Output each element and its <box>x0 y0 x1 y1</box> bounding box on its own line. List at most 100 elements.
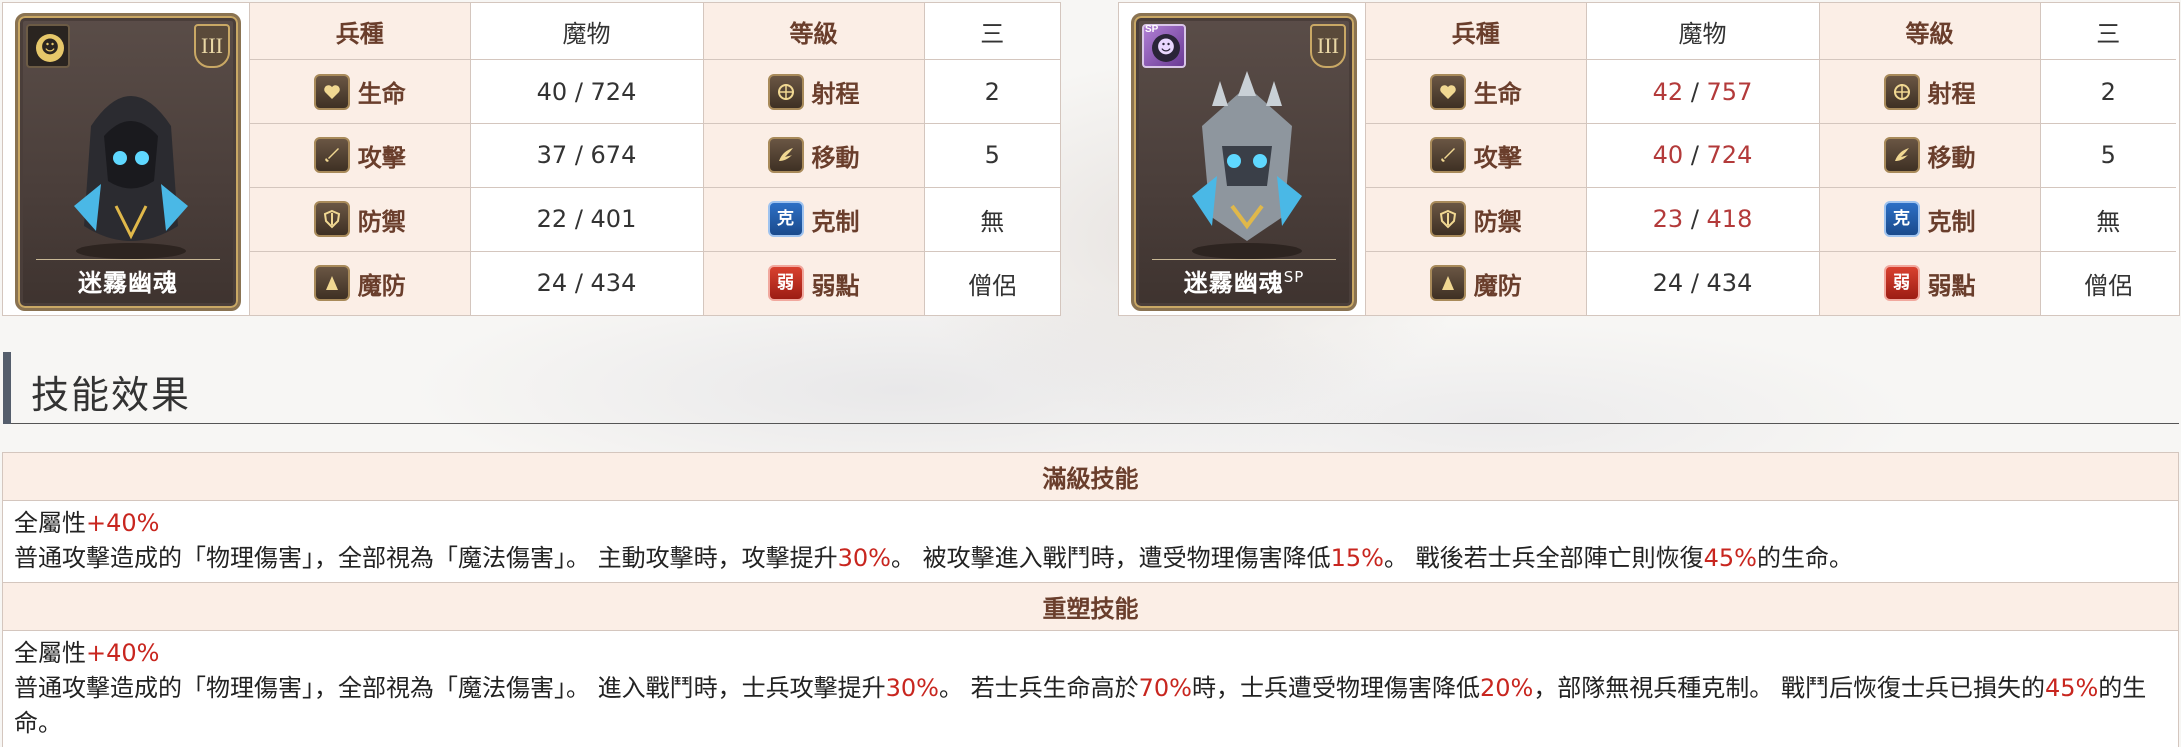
crosshair-icon <box>1883 73 1920 110</box>
stat-label-cell: 魔防 <box>1366 251 1587 315</box>
cat-face-icon: ☻ <box>1152 34 1180 62</box>
stat-max-value: 401 <box>590 205 637 234</box>
unit-name-sup: SP <box>1283 268 1305 286</box>
unit-class-badge: ☻ SP <box>1142 24 1186 68</box>
stat-max-value: 757 <box>1706 77 1753 106</box>
stat-value-cell: 37 / 674 <box>470 123 704 188</box>
unit-name: 迷霧幽魂SP <box>1134 263 1354 298</box>
stat-row: 生命 40 / 724 射程 2 <box>250 59 1060 125</box>
skill-text: 普通攻擊造成的「物理傷害」，全部視為「魔法傷害」。 進入戰鬥時，士兵攻擊提升 <box>14 674 886 702</box>
stat-value-cell: 24 / 434 <box>470 251 704 315</box>
attr-label: 克制 <box>1927 207 1976 236</box>
stat-base-value: 42 <box>1652 77 1684 106</box>
stat-max-value: 434 <box>1706 269 1753 298</box>
cat-face-icon: ☻ <box>36 34 64 62</box>
attr-label: 克制 <box>811 207 860 236</box>
wing-icon <box>767 137 804 174</box>
attr-label: 射程 <box>1927 80 1976 109</box>
skill-line: 全屬性+40% <box>14 636 2166 671</box>
level-label: 等級 <box>703 3 925 61</box>
portrait-divider <box>36 259 220 260</box>
stat-row: 魔防 24 / 434 弱弱點 僧侶 <box>1366 251 2176 315</box>
wing-icon <box>1883 137 1920 174</box>
hood-icon <box>313 265 350 302</box>
stat-separator: / <box>567 205 591 234</box>
stat-label-cell: 生命 <box>250 59 471 125</box>
unit-name: 迷霧幽魂 <box>18 263 238 298</box>
unit-name-text: 迷霧幽魂 <box>78 269 178 297</box>
stats-header-row: 兵種 魔物 等級三 <box>1366 3 2176 61</box>
stat-row: 魔防 24 / 434 弱弱點 僧侶 <box>250 251 1060 315</box>
stat-separator: / <box>567 269 591 298</box>
skill-text: 。 若士兵生命高於 <box>938 674 1139 702</box>
stat-label-cell: 魔防 <box>250 251 471 315</box>
counter-icon: 克 <box>767 201 804 238</box>
sp-tag: SP <box>1145 24 1159 35</box>
unit-figure-image <box>1172 66 1322 266</box>
stat-base-value: 24 <box>1652 269 1684 298</box>
stat-label: 攻擊 <box>1473 143 1522 172</box>
portrait-cell: ☻ III 迷霧幽魂 <box>3 3 250 315</box>
stat-value-cell: 40 / 724 <box>470 59 704 125</box>
counter-icon: 克 <box>1883 201 1920 238</box>
attr-value: 2 <box>2040 59 2176 125</box>
stat-label-cell: 防禦 <box>250 187 471 252</box>
level-label: 等級 <box>1819 3 2041 61</box>
attr-label-cell: 移動 <box>1819 123 2041 188</box>
stat-separator: / <box>1683 269 1707 298</box>
stat-label: 生命 <box>357 80 406 109</box>
heart-icon <box>1429 73 1466 110</box>
stat-value-cell: 23 / 418 <box>1586 187 1820 252</box>
shield-icon <box>313 201 350 238</box>
stat-base-value: 37 <box>536 141 568 170</box>
attr-value: 5 <box>924 123 1060 188</box>
rank-badge: III <box>194 24 230 68</box>
unit-class-badge: ☻ <box>26 24 70 68</box>
stat-row: 攻擊 37 / 674 移動 5 <box>250 123 1060 188</box>
portrait-cell: ☻ SP III 迷霧幽魂SP <box>1119 3 1366 315</box>
skill-text: ，部隊無視兵種克制。 戰鬥后恢復士兵已損失的 <box>1533 674 2045 702</box>
section-accent-bar <box>3 352 11 424</box>
stat-max-value: 418 <box>1706 205 1753 234</box>
stat-label-cell: 攻擊 <box>250 123 471 188</box>
stat-label: 攻擊 <box>357 143 406 172</box>
stat-label: 魔防 <box>1473 271 1522 300</box>
unit-name-text: 迷霧幽魂 <box>1183 269 1284 297</box>
sword-icon <box>1429 137 1466 174</box>
stat-value-cell: 22 / 401 <box>470 187 704 252</box>
highlight-value: +40% <box>86 509 160 537</box>
attr-value: 5 <box>2040 123 2176 188</box>
type-value: 魔物 <box>470 3 704 61</box>
stat-max-value: 724 <box>1706 141 1753 170</box>
skill-text: 全屬性 <box>14 639 86 667</box>
rank-badge: III <box>1310 24 1346 68</box>
crosshair-icon <box>767 73 804 110</box>
stat-label: 魔防 <box>357 271 406 300</box>
highlight-value: 45% <box>1703 544 1757 572</box>
attr-label: 弱點 <box>1927 271 1976 300</box>
stat-base-value: 22 <box>536 205 568 234</box>
attr-label-cell: 弱弱點 <box>1819 251 2041 315</box>
skill-text: 時，士兵遭受物理傷害降低 <box>1191 674 1480 702</box>
attr-label: 移動 <box>1927 143 1976 172</box>
skill-line: 普通攻擊造成的「物理傷害」，全部視為「魔法傷害」。 主動攻擊時，攻擊提升30%。… <box>14 541 2166 576</box>
highlight-value: +40% <box>86 639 160 667</box>
stat-value-cell: 24 / 434 <box>1586 251 1820 315</box>
hood-icon <box>1429 265 1466 302</box>
section-underline <box>11 423 2179 424</box>
stat-separator: / <box>567 77 591 106</box>
stat-label: 防禦 <box>357 207 406 236</box>
attr-value: 無 <box>2040 187 2176 252</box>
attr-value: 2 <box>924 59 1060 125</box>
highlight-value: 30% <box>837 544 891 572</box>
attr-label-cell: 弱弱點 <box>703 251 925 315</box>
stats-table: 兵種 魔物 等級三生命 40 / 724 射程 2 攻擊 37 / 674 移動 5 防禦 22 / … <box>250 3 1060 315</box>
attr-label-cell: 克克制 <box>703 187 925 252</box>
unit-portrait: ☻ SP III 迷霧幽魂SP <box>1131 13 1357 311</box>
stats-table: 兵種 魔物 等級三生命 42 / 757 射程 2 攻擊 40 / 724 移動 5 防禦 23 / … <box>1366 3 2176 315</box>
skill-description: 全屬性+40% 普通攻擊造成的「物理傷害」，全部視為「魔法傷害」。 主動攻擊時，攻… <box>3 501 2178 583</box>
stat-row: 攻擊 40 / 724 移動 5 <box>1366 123 2176 188</box>
skills-table: 滿級技能 全屬性+40% 普通攻擊造成的「物理傷害」，全部視為「魔法傷害」。 主動攻… <box>2 452 2179 747</box>
section-heading: 技能效果 <box>3 352 2179 424</box>
stat-max-value: 434 <box>590 269 637 298</box>
